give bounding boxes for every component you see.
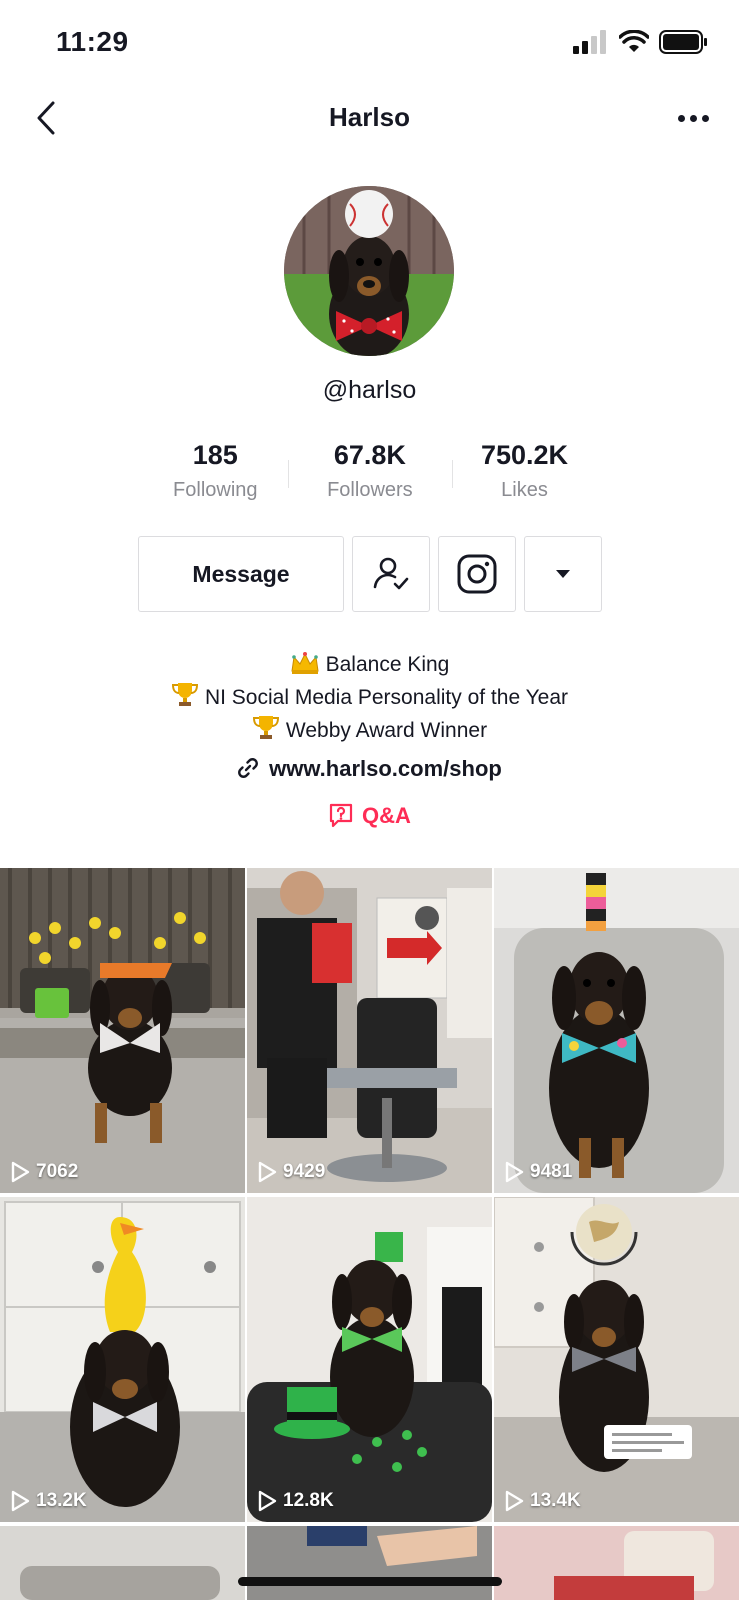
video-thumbnail-image <box>494 868 739 1193</box>
video-thumbnail-image <box>247 868 492 1193</box>
video-thumbnail-image <box>0 868 245 1193</box>
video-thumbnail[interactable] <box>494 1526 739 1600</box>
video-thumbnail-image <box>0 1526 245 1600</box>
bio-link[interactable]: www.harlso.com/shop <box>0 756 739 782</box>
more-dot-icon <box>701 114 709 122</box>
more-options-button[interactable] <box>671 98 715 138</box>
video-view-count: 13.2K <box>10 1490 87 1512</box>
video-thumbnail[interactable]: 7062 <box>0 868 245 1193</box>
user-check-icon <box>373 557 409 590</box>
qa-label: Q&A <box>362 803 411 828</box>
stat-label: Likes <box>501 479 548 501</box>
play-icon <box>505 1161 524 1183</box>
video-view-count: 9429 <box>257 1161 325 1183</box>
stat-value: 750.2K <box>480 440 569 470</box>
stat-value: 67.8K <box>333 440 406 470</box>
video-thumbnail[interactable]: 13.2K <box>0 1197 245 1522</box>
bio-link-text: www.harlso.com/shop <box>269 756 502 781</box>
avatar[interactable] <box>284 186 454 356</box>
bio-line: NI Social Media Personality of the Year <box>0 680 739 713</box>
instagram-icon <box>457 554 497 594</box>
stat-label: Following <box>173 479 258 501</box>
bio-line: Webby Award Winner <box>0 713 739 746</box>
link-icon <box>238 758 259 778</box>
trophy-icon <box>171 683 198 706</box>
video-view-count: 7062 <box>10 1161 78 1183</box>
stat-divider <box>288 460 289 488</box>
suggested-accounts-dropdown[interactable] <box>524 536 602 612</box>
caret-down-icon <box>556 570 570 578</box>
view-count-text: 13.4K <box>530 1490 581 1511</box>
bio-text: Webby Award Winner <box>285 719 488 742</box>
following-button[interactable] <box>352 536 430 612</box>
bio-text: Balance King <box>325 653 450 676</box>
status-icons <box>573 30 709 54</box>
status-time: 11:29 <box>56 26 129 57</box>
stat-divider <box>452 460 453 488</box>
play-icon <box>258 1161 277 1183</box>
username-handle: @harlso <box>322 376 417 404</box>
video-thumbnail-image <box>494 1526 739 1600</box>
video-thumbnail[interactable] <box>247 1526 492 1600</box>
video-thumbnail[interactable]: 12.8K <box>247 1197 492 1522</box>
more-dot-icon <box>689 114 697 122</box>
video-thumbnail-image <box>247 1526 492 1600</box>
wifi-icon <box>619 30 649 52</box>
play-icon <box>11 1161 30 1183</box>
stat-label: Followers <box>327 479 413 501</box>
video-thumbnail-image <box>494 1197 739 1522</box>
bio-text: NI Social Media Personality of the Year <box>204 686 569 709</box>
instagram-button[interactable] <box>438 536 516 612</box>
top-nav: Harlso <box>0 88 739 148</box>
video-view-count: 12.8K <box>257 1490 334 1512</box>
profile-stats: 185 Following 67.8K Followers 750.2K Lik… <box>138 440 602 510</box>
question-bubble-icon <box>329 803 353 828</box>
video-thumbnail[interactable] <box>0 1526 245 1600</box>
bio-line: Balance King <box>0 650 739 680</box>
profile-bio: Balance King NI Social Media Personality… <box>0 650 739 746</box>
stat-followers[interactable]: 67.8K Followers <box>293 440 448 510</box>
video-thumbnail-image <box>0 1197 245 1522</box>
more-dot-icon <box>677 114 685 122</box>
video-thumbnail-image <box>247 1197 492 1522</box>
avatar-image <box>284 186 454 356</box>
stat-likes[interactable]: 750.2K Likes <box>447 440 602 510</box>
home-indicator[interactable] <box>238 1577 502 1586</box>
qa-button[interactable]: Q&A <box>0 802 739 829</box>
video-thumbnail[interactable]: 9429 <box>247 868 492 1193</box>
play-icon <box>258 1490 277 1512</box>
view-count-text: 12.8K <box>283 1490 334 1511</box>
view-count-text: 7062 <box>36 1161 79 1182</box>
view-count-text: 9481 <box>530 1161 573 1182</box>
play-icon <box>11 1490 30 1512</box>
cellular-signal-icon <box>573 30 606 54</box>
stat-following[interactable]: 185 Following <box>138 440 293 510</box>
video-thumbnail[interactable]: 13.4K <box>494 1197 739 1522</box>
message-button[interactable]: Message <box>138 536 344 612</box>
profile-title: Harlso <box>329 102 410 132</box>
video-view-count: 13.4K <box>504 1490 581 1512</box>
crown-icon <box>291 652 319 674</box>
view-count-text: 13.2K <box>36 1490 87 1511</box>
view-count-text: 9429 <box>283 1161 326 1182</box>
trophy-icon <box>252 716 279 739</box>
video-thumbnail[interactable]: 9481 <box>494 868 739 1193</box>
status-bar: 11:29 <box>0 0 739 88</box>
stat-value: 185 <box>192 440 238 470</box>
video-view-count: 9481 <box>504 1161 572 1183</box>
battery-icon <box>659 30 707 54</box>
play-icon <box>505 1490 524 1512</box>
